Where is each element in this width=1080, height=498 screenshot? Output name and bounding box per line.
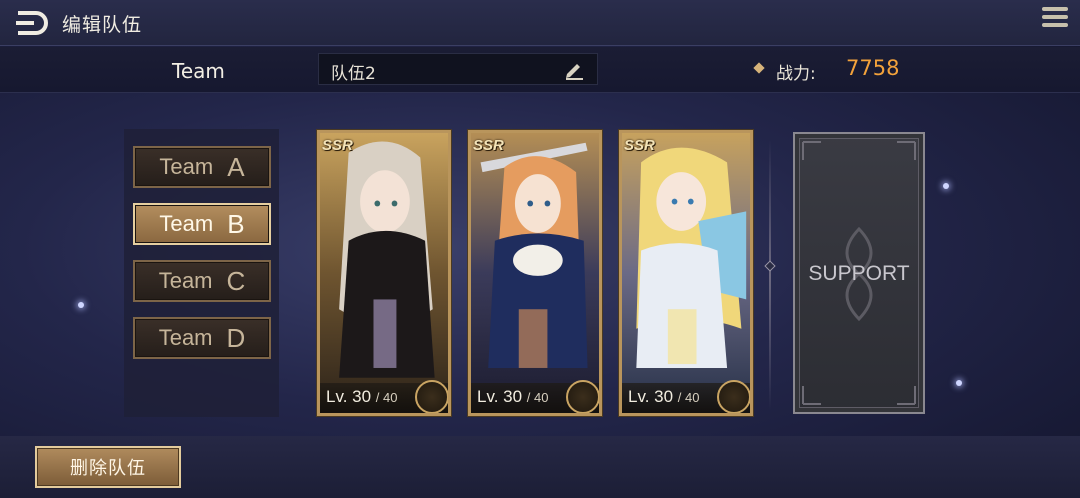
level-max: / 40: [677, 390, 700, 405]
team-word: Team: [159, 211, 214, 236]
back-button[interactable]: [10, 8, 50, 38]
menu-button[interactable]: [1042, 7, 1068, 33]
ssr-rarity-badge: SSR: [322, 137, 353, 154]
page-title: 编辑队伍: [62, 14, 143, 36]
power-value: 7758: [846, 56, 900, 80]
team-info-bar: Team 队伍2 战力: 7758: [0, 47, 1080, 93]
team-name-field[interactable]: 队伍2: [318, 53, 598, 85]
delete-team-button[interactable]: 删除队伍: [35, 446, 181, 488]
sparkle-icon: [78, 302, 84, 308]
level-value: Lv. 30: [628, 387, 674, 406]
team-b-button[interactable]: Team B: [133, 203, 271, 245]
divider-ornament: [764, 260, 776, 272]
sparkle-icon: [943, 183, 949, 189]
team-name-text: 队伍2: [331, 64, 376, 84]
team-label: Team: [172, 59, 225, 83]
wings-icon: [415, 380, 448, 413]
level-value: Lv. 30: [326, 387, 372, 406]
bottom-bar: 删除队伍: [0, 436, 1080, 498]
sparkle-icon: [956, 380, 962, 386]
team-word: Team: [159, 154, 214, 179]
level-text: Lv. 30 / 40: [477, 387, 548, 407]
hamburger-icon: [1042, 7, 1068, 27]
winged-staff-icon: [717, 380, 750, 413]
team-letter: A: [227, 151, 245, 182]
character-card-2[interactable]: SSR Lv. 30 / 40: [468, 130, 602, 416]
team-c-button[interactable]: Team C: [133, 260, 271, 302]
power-label: 战力:: [776, 64, 816, 84]
character-portrait-dark-maiden: [320, 133, 448, 413]
team-letter: B: [227, 208, 245, 239]
level-text: Lv. 30 / 40: [326, 387, 397, 407]
character-card-3[interactable]: SSR Lv. 30 / 40: [619, 130, 753, 416]
character-card-1[interactable]: SSR Lv. 30 / 40: [317, 130, 451, 416]
team-a-button[interactable]: Team A: [133, 146, 271, 188]
team-selector-panel: Team A Team B Team C Team D: [124, 129, 279, 417]
sword-shield-icon: [566, 380, 599, 413]
ssr-rarity-badge: SSR: [624, 137, 655, 154]
support-slot[interactable]: SUPPORT: [793, 132, 925, 414]
pencil-icon[interactable]: [563, 58, 585, 80]
team-d-button[interactable]: Team D: [133, 317, 271, 359]
team-letter: C: [226, 265, 246, 296]
character-portrait-sword-knight: [471, 133, 599, 413]
back-arrow-icon: [16, 11, 48, 35]
team-word: Team: [158, 325, 213, 350]
top-bar: 编辑队伍: [0, 0, 1080, 46]
team-letter: D: [226, 322, 246, 353]
character-portrait-angel-maid: [622, 133, 750, 413]
level-text: Lv. 30 / 40: [628, 387, 699, 407]
support-label: SUPPORT: [808, 262, 910, 285]
divider: [769, 140, 771, 410]
diamond-icon: [753, 62, 765, 74]
level-max: / 40: [526, 390, 549, 405]
level-max: / 40: [375, 390, 398, 405]
team-word: Team: [158, 268, 213, 293]
level-value: Lv. 30: [477, 387, 523, 406]
ssr-rarity-badge: SSR: [473, 137, 504, 154]
